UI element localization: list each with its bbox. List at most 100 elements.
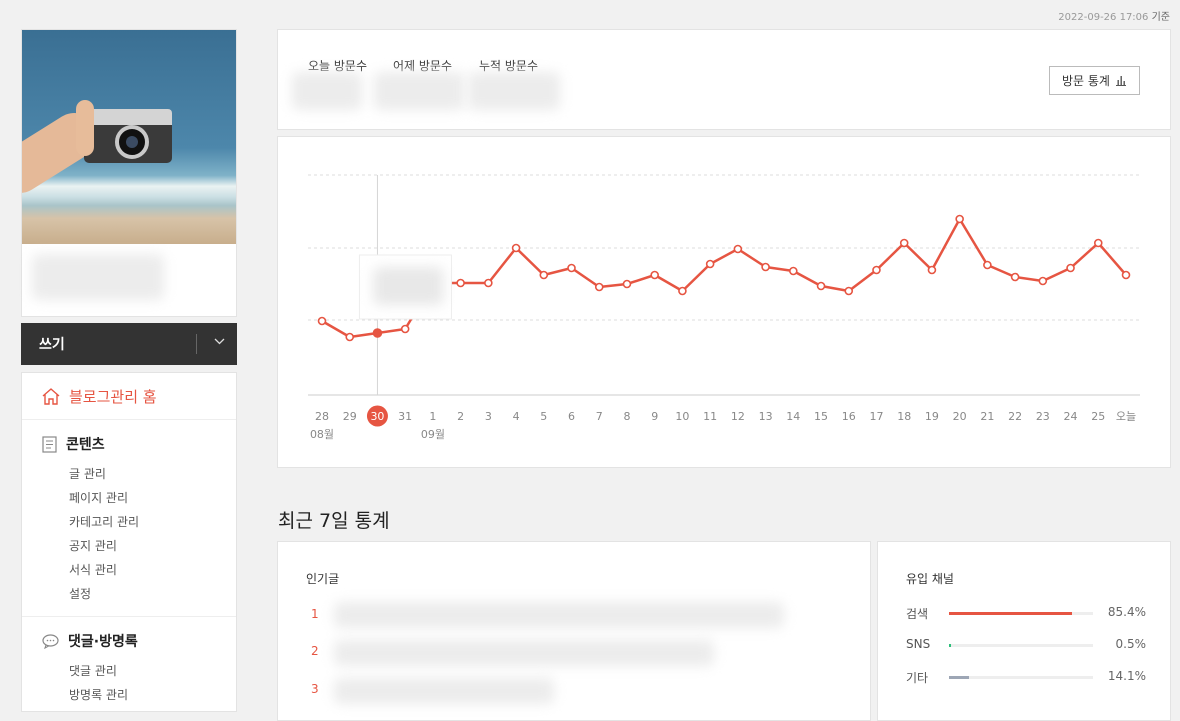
menu-item-post-manage[interactable]: 글 관리	[42, 462, 236, 486]
channel-row-search: 검색 85.4%	[906, 605, 1146, 621]
traffic-channel-card: 유입 채널 검색 85.4% SNS 0.5% 기타 14.1%	[877, 541, 1171, 721]
chart-x-tick: 12	[731, 410, 745, 423]
write-label: 쓰기	[39, 337, 65, 353]
chart-x-tick: 오늘	[1116, 410, 1136, 423]
channel-bar	[949, 644, 951, 647]
timestamp-suffix: 기준	[1151, 12, 1170, 23]
chart-point[interactable]	[567, 263, 576, 273]
menu-item-notice-manage[interactable]: 공지 관리	[42, 534, 236, 558]
chart-point[interactable]	[816, 281, 826, 291]
chart-x-tick: 1	[429, 410, 436, 423]
menu-item-guestbook-manage[interactable]: 방명록 관리	[42, 683, 236, 707]
menu-section-contents: 콘텐츠 글 관리 페이지 관리 카테고리 관리 공지 관리 서식 관리 설정	[22, 420, 236, 617]
chart-x-tick: 8	[623, 410, 630, 423]
chart-point[interactable]	[927, 265, 937, 275]
chart-point[interactable]	[511, 243, 521, 253]
chart-x-tick: 22	[1008, 410, 1022, 423]
contents-title: 콘텐츠	[66, 437, 105, 453]
chart-x-tick: 4	[513, 410, 520, 423]
daily-visits-chart: 28 29 30 31 1 2 3 4 5 6 7 8 9 10 11 12 13 14 15 16 17 18 19 20 2…	[308, 174, 1140, 441]
chart-point[interactable]	[622, 279, 632, 289]
chart-point[interactable]	[872, 265, 881, 275]
chart-point[interactable]	[400, 324, 410, 334]
chart-point[interactable]	[899, 238, 909, 248]
chart-point[interactable]	[733, 244, 743, 254]
chart-x-tick: 3	[485, 410, 492, 423]
chart-x-tick: 21	[980, 410, 994, 423]
chart-point[interactable]	[955, 214, 964, 224]
today-visits-value-blurred	[292, 72, 362, 110]
recent-stats-title: 최근 7일 통계	[278, 510, 390, 532]
chart-x-tick: 9	[651, 410, 658, 423]
channel-bar	[949, 676, 970, 679]
menu-item-page-manage[interactable]: 페이지 관리	[42, 486, 236, 510]
popular-posts-title: 인기글	[306, 572, 340, 586]
write-button[interactable]: 쓰기	[21, 323, 237, 365]
speech-bubble-icon	[42, 633, 59, 649]
chart-point[interactable]	[456, 278, 465, 288]
chart-point[interactable]	[1038, 276, 1048, 286]
menu-blog-admin-home[interactable]: 블로그관리 홈	[22, 373, 236, 420]
timestamp-date: 2022-09-26 17:06	[1058, 12, 1149, 23]
chart-point[interactable]	[789, 266, 798, 276]
menu-item-template-manage[interactable]: 서식 관리	[42, 558, 236, 582]
chart-point[interactable]	[983, 260, 992, 270]
chart-point[interactable]	[844, 286, 854, 296]
visit-summary-card: 오늘 방문수 어제 방문수 누적 방문수 방문 통계	[277, 29, 1171, 130]
channel-percent: 14.1%	[1107, 669, 1146, 683]
chevron-down-icon[interactable]	[214, 335, 225, 348]
popular-post-3-blurred[interactable]	[334, 678, 554, 704]
chart-x-tick: 28	[315, 410, 329, 423]
sidebar: 쓰기 블로그관리 홈 콘텐츠 글 관리 페이지 관리 카테고리 관리 공지 관리…	[21, 29, 237, 712]
chart-point[interactable]	[539, 270, 549, 280]
home-icon	[42, 388, 60, 405]
blog-name-blurred	[22, 244, 236, 317]
chart-point[interactable]	[317, 316, 327, 326]
channel-label: 기타	[906, 671, 929, 685]
menu-item-category-manage[interactable]: 카테고리 관리	[42, 510, 236, 534]
visit-stats-button[interactable]: 방문 통계	[1049, 66, 1140, 95]
chart-x-tick: 10	[675, 410, 689, 423]
chart-tooltip-blurred	[373, 267, 444, 305]
chart-point[interactable]	[1121, 270, 1131, 280]
chart-x-tick: 16	[842, 410, 856, 423]
popular-posts-card: 인기글 1 2 3	[277, 541, 871, 721]
chart-x-tick: 29	[343, 410, 357, 423]
stats-timestamp: 2022-09-26 17:06 기준	[1058, 8, 1170, 23]
chart-x-tick: 23	[1036, 410, 1050, 423]
chart-point[interactable]	[761, 262, 770, 272]
popular-post-2-blurred[interactable]	[334, 640, 714, 666]
blog-cover-image[interactable]	[22, 30, 236, 244]
blog-profile-card	[21, 29, 237, 317]
menu-item-comment-manage[interactable]: 댓글 관리	[42, 659, 236, 683]
chart-point[interactable]	[705, 259, 715, 269]
total-visits-value-blurred	[468, 72, 560, 110]
chart-x-tick: 20	[953, 410, 967, 423]
popular-rank-3: 3	[311, 682, 319, 696]
daily-visits-chart-card: 28 29 30 31 1 2 3 4 5 6 7 8 9 10 11 12 13 14 15 16 17 18 19 20 2…	[277, 136, 1171, 468]
chart-point[interactable]	[372, 328, 383, 338]
popular-post-1-blurred[interactable]	[334, 602, 784, 628]
chart-point[interactable]	[594, 282, 604, 292]
chart-x-tick: 14	[786, 410, 800, 423]
chart-point[interactable]	[484, 278, 493, 288]
admin-menu: 블로그관리 홈 콘텐츠 글 관리 페이지 관리 카테고리 관리 공지 관리 서식…	[21, 372, 237, 712]
channel-row-sns: SNS 0.5%	[906, 637, 1146, 653]
chart-x-tick: 17	[869, 410, 883, 423]
chart-point[interactable]	[345, 332, 355, 342]
chart-x-tick: 2	[457, 410, 464, 423]
visit-stats-label: 방문 통계	[1062, 74, 1110, 88]
chart-point[interactable]	[1010, 272, 1020, 282]
menu-section-comments: 댓글·방명록 댓글 관리 방명록 관리	[22, 617, 236, 717]
chart-point[interactable]	[1066, 263, 1075, 273]
menu-item-settings[interactable]: 설정	[42, 582, 236, 606]
chart-point[interactable]	[1093, 238, 1103, 248]
chart-x-tick: 30	[370, 410, 384, 423]
chart-x-tick: 13	[759, 410, 773, 423]
chart-point[interactable]	[678, 286, 687, 296]
chart-point[interactable]	[650, 270, 659, 280]
chart-x-tick: 15	[814, 410, 828, 423]
yesterday-visits-value-blurred	[374, 72, 464, 110]
chart-x-tick: 19	[925, 410, 939, 423]
channel-row-etc: 기타 14.1%	[906, 669, 1146, 685]
